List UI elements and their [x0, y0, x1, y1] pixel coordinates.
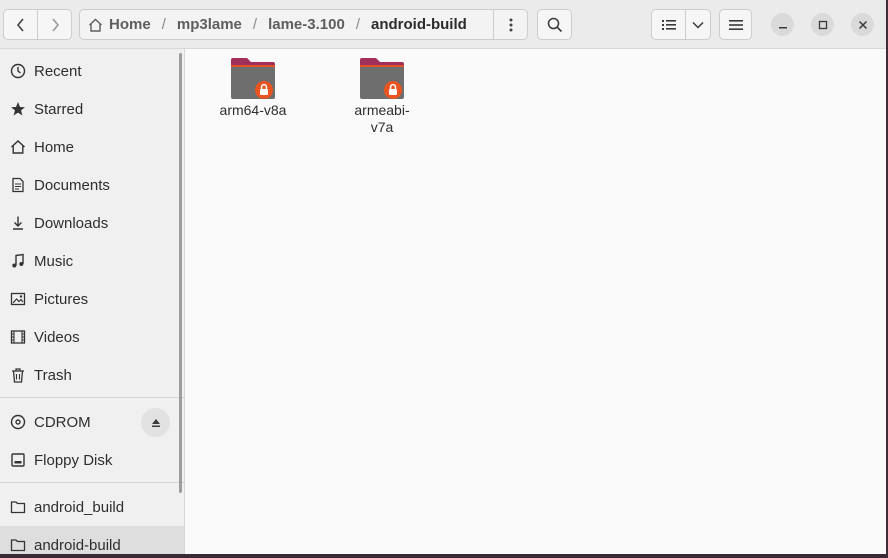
- trash-icon: [9, 366, 27, 384]
- minimize-icon: [778, 26, 787, 28]
- sidebar-item-home[interactable]: Home: [0, 128, 184, 166]
- sidebar-item-label: Pictures: [34, 290, 89, 308]
- home-icon: [89, 18, 102, 32]
- sidebar-item-label: Home: [34, 138, 75, 156]
- sidebar-item-label: Videos: [34, 328, 80, 346]
- maximize-button[interactable]: [811, 13, 834, 36]
- sidebar-item-trash[interactable]: Trash: [0, 356, 184, 394]
- eject-icon: [151, 418, 160, 427]
- disc-icon: [9, 413, 27, 431]
- main-menu-button[interactable]: [719, 9, 752, 40]
- download-icon: [9, 214, 27, 232]
- navigation-buttons: [3, 9, 72, 40]
- sidebar-item-label: android_build: [34, 498, 125, 516]
- path-bar: Home / mp3lame / lame-3.100 / android-bu…: [79, 9, 528, 40]
- home-icon: [9, 138, 27, 156]
- chevron-right-icon: [51, 17, 59, 32]
- sidebar-item-recent[interactable]: Recent: [0, 52, 184, 90]
- breadcrumb-current[interactable]: android-build: [369, 16, 469, 33]
- file-view[interactable]: arm64-v8a armeabi- v7a: [185, 49, 886, 554]
- folder-icon: [9, 536, 27, 554]
- sidebar-item-label: Documents: [34, 176, 110, 194]
- sidebar-item-label: Recent: [34, 62, 82, 80]
- breadcrumb-separator: /: [355, 16, 360, 33]
- list-view-button[interactable]: [652, 10, 685, 39]
- clock-icon: [9, 62, 27, 80]
- file-label: arm64-v8a: [219, 102, 287, 118]
- maximize-icon: [818, 20, 827, 29]
- breadcrumb-lame[interactable]: lame-3.100: [266, 16, 347, 33]
- folder-icon: [9, 498, 27, 516]
- eject-button[interactable]: [141, 408, 170, 437]
- drive-icon: [9, 451, 27, 469]
- view-toggle-group: [651, 9, 711, 40]
- sidebar-separator: [0, 397, 184, 398]
- desktop-background: [0, 554, 888, 558]
- path-menu-button[interactable]: [493, 10, 527, 39]
- sidebar-item-bookmark-selected[interactable]: android-build: [0, 526, 184, 554]
- hamburger-icon: [728, 19, 743, 30]
- sidebar-scrollbar[interactable]: [179, 53, 182, 493]
- breadcrumb-label: Home: [109, 16, 151, 33]
- sidebar-item-label: android-build: [34, 536, 121, 554]
- star-icon: [9, 100, 27, 118]
- search-icon: [547, 17, 562, 32]
- sidebar-item-label: Starred: [34, 100, 84, 118]
- sidebar-item-starred[interactable]: Starred: [0, 90, 184, 128]
- breadcrumb-label: lame-3.100: [268, 16, 345, 33]
- breadcrumb-mp3lame[interactable]: mp3lame: [175, 16, 244, 33]
- back-button[interactable]: [4, 10, 37, 39]
- music-icon: [9, 252, 27, 270]
- sidebar-item-label: Music: [34, 252, 74, 270]
- breadcrumb-separator: /: [161, 16, 166, 33]
- breadcrumb-home[interactable]: Home: [80, 16, 153, 33]
- sidebar-item-label: CDROM: [34, 413, 91, 431]
- document-icon: [9, 176, 27, 194]
- sidebar-item-downloads[interactable]: Downloads: [0, 204, 184, 242]
- locked-folder-icon: [229, 57, 277, 101]
- file-label: armeabi- v7a: [354, 102, 410, 135]
- forward-button[interactable]: [37, 10, 71, 39]
- locked-folder-icon: [358, 57, 406, 101]
- vertical-dots-icon: [509, 18, 512, 31]
- sidebar-item-label: Trash: [34, 366, 72, 384]
- minimize-button[interactable]: [771, 13, 794, 36]
- list-view-icon: [661, 19, 676, 30]
- header-bar: Home / mp3lame / lame-3.100 / android-bu…: [0, 0, 886, 49]
- sidebar-item-bookmark[interactable]: android_build: [0, 488, 184, 526]
- sidebar-item-videos[interactable]: Videos: [0, 318, 184, 356]
- folder-item[interactable]: armeabi- v7a: [334, 57, 430, 136]
- breadcrumb-separator: /: [252, 16, 258, 33]
- picture-icon: [9, 290, 27, 308]
- sidebar-separator: [0, 482, 184, 483]
- view-options-dropdown[interactable]: [685, 10, 710, 39]
- close-button[interactable]: [851, 13, 874, 36]
- folder-item[interactable]: arm64-v8a: [205, 57, 301, 119]
- search-button[interactable]: [537, 9, 572, 40]
- breadcrumb-label: mp3lame: [176, 16, 242, 33]
- sidebar-item-music[interactable]: Music: [0, 242, 184, 280]
- file-manager-window: Home / mp3lame / lame-3.100 / android-bu…: [0, 0, 886, 554]
- sidebar-item-pictures[interactable]: Pictures: [0, 280, 184, 318]
- sidebar-item-floppy-disk[interactable]: Floppy Disk: [0, 441, 184, 479]
- chevron-down-icon: [692, 21, 704, 29]
- sidebar: Recent Starred Home Documents Downloads …: [0, 49, 185, 554]
- sidebar-item-label: Floppy Disk: [34, 451, 113, 469]
- sidebar-item-documents[interactable]: Documents: [0, 166, 184, 204]
- breadcrumb-label: android-build: [370, 16, 467, 33]
- close-icon: [858, 20, 867, 29]
- sidebar-item-label: Downloads: [34, 214, 109, 232]
- video-icon: [9, 328, 27, 346]
- chevron-left-icon: [16, 17, 24, 32]
